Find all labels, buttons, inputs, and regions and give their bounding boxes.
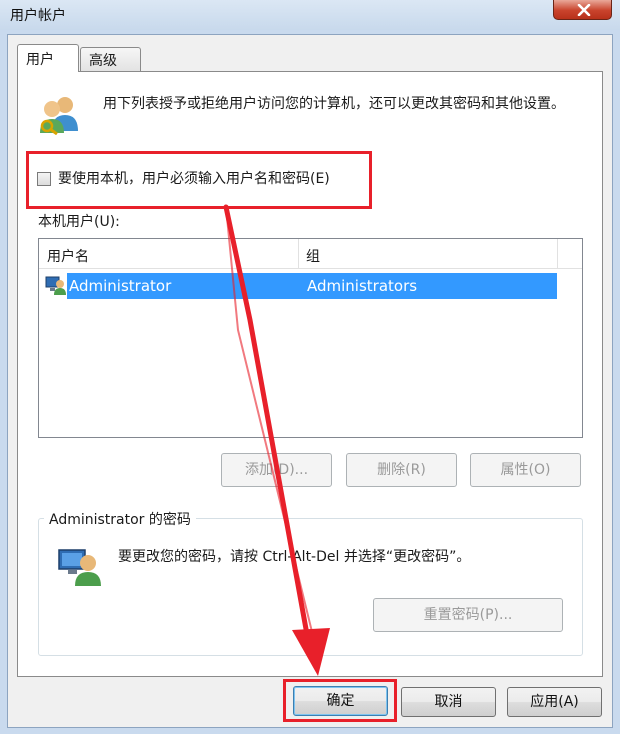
row-group: Administrators [307,277,418,295]
table-row[interactable]: Administrator Administrators [67,273,557,299]
column-header-username[interactable]: 用户名 [47,246,89,266]
local-users-label: 本机用户(U): [38,214,120,230]
ok-button[interactable]: 确定 [293,686,388,716]
close-button[interactable] [553,0,612,20]
column-divider[interactable] [557,239,558,269]
tab-advanced[interactable]: 高级 [80,47,141,71]
row-username: Administrator [69,277,172,295]
remove-user-button[interactable]: 删除(R) [346,453,457,487]
user-computer-icon [45,276,66,295]
apply-button[interactable]: 应用(A) [507,687,602,717]
column-header-group[interactable]: 组 [306,246,320,266]
users-listview[interactable]: 用户名 组 Administrator Administrators [38,238,583,438]
require-login-checkbox[interactable] [37,172,51,186]
window-title: 用户帐户 [10,8,66,24]
password-instruction: 要更改您的密码，请按 Ctrl-Alt-Del 并选择“更改密码”。 [118,549,471,565]
cancel-button[interactable]: 取消 [401,687,496,717]
password-group-title: Administrator 的密码 [44,509,196,529]
reset-password-button[interactable]: 重置密码(P)... [373,598,563,632]
tab-users[interactable]: 用户 [17,44,79,72]
add-user-button[interactable]: 添加(D)... [221,453,332,487]
intro-description: 用下列表授予或拒绝用户访问您的计算机，还可以更改其密码和其他设置。 [103,96,565,112]
user-computer-icon [58,549,101,586]
column-divider[interactable] [298,239,299,269]
require-login-label[interactable]: 要使用本机，用户必须输入用户名和密码(E) [58,168,330,188]
password-groupbox [38,518,583,656]
properties-button[interactable]: 属性(O) [470,453,581,487]
title-bar[interactable]: 用户帐户 [0,0,620,30]
users-icon [40,97,78,135]
listview-header: 用户名 组 [39,239,582,269]
close-icon [577,4,591,16]
